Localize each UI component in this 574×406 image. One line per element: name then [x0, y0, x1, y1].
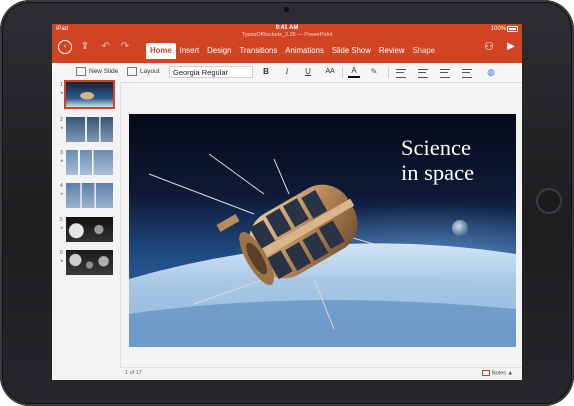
back-icon[interactable]: ‹ — [58, 40, 72, 54]
thumbnail-item[interactable]: 1 ★ — [52, 80, 120, 109]
front-camera — [284, 7, 289, 12]
document-title: TypesOfRockets_2.25 — PowerPoint — [241, 32, 333, 38]
bold-button[interactable]: B — [260, 66, 272, 78]
status-footer: 1 of 17 Notes ▲ — [120, 367, 522, 380]
thumbnail-marker: ★ — [60, 191, 64, 196]
tab-home[interactable]: Home — [146, 43, 176, 59]
home-button[interactable] — [536, 188, 562, 214]
thumbnail-item[interactable]: 4 ★ — [52, 183, 120, 209]
notes-label: Notes — [491, 370, 507, 377]
thumbnail-item[interactable]: 2 ★ — [52, 117, 120, 143]
notes-button[interactable]: Notes ▲ — [481, 370, 513, 377]
notes-icon — [481, 370, 490, 376]
layout-icon — [127, 66, 137, 76]
thumbnail-marker: ★ — [60, 225, 64, 230]
app-screen: iPad 9:41 AM 100% TypesOfRockets_2.25 — … — [52, 24, 522, 380]
play-slideshow-icon[interactable]: ▶ — [504, 40, 518, 54]
undo-icon[interactable]: ↶ — [99, 40, 113, 54]
ipad-device-frame: iPad 9:41 AM 100% TypesOfRockets_2.25 — … — [0, 0, 574, 406]
tab-shape[interactable]: Shape — [408, 43, 439, 58]
thumbnail-item[interactable]: 5 ★ — [52, 217, 120, 243]
thumbnail-image[interactable] — [64, 80, 115, 109]
highlight-icon[interactable]: ✎ — [368, 66, 380, 78]
paragraph-icon[interactable] — [462, 69, 472, 78]
status-time: 9:41 AM — [275, 25, 299, 31]
redo-icon[interactable]: ↷ — [118, 40, 132, 54]
tab-insert[interactable]: Insert — [176, 43, 204, 58]
thumbnail-marker: ★ — [60, 125, 64, 130]
thumbnail-number: 2 — [60, 117, 63, 123]
slide-title[interactable]: Science in space — [401, 135, 474, 185]
ribbon-divider — [342, 67, 343, 78]
new-slide-button[interactable]: New Slide — [76, 66, 118, 78]
tab-review[interactable]: Review — [375, 43, 409, 58]
thumbnail-image[interactable] — [66, 117, 113, 142]
thumbnail-item[interactable]: 6 ★ — [52, 250, 120, 276]
thumbnail-number: 1 — [60, 82, 63, 88]
bullets-icon[interactable] — [418, 69, 428, 78]
thumbnail-number: 3 — [60, 150, 63, 156]
layout-button[interactable]: Layout — [127, 66, 160, 78]
thumbnail-number: 6 — [60, 250, 63, 256]
thumbnail-marker: ★ — [60, 258, 64, 263]
add-person-icon[interactable]: ⚇ — [482, 40, 496, 54]
thumbnail-number: 5 — [60, 217, 63, 223]
ribbon-divider — [388, 67, 389, 78]
share-icon[interactable]: ⇪ — [78, 40, 92, 54]
tab-slide-show[interactable]: Slide Show — [328, 43, 375, 58]
slide-thumbnail-pane: 1 ★ 2 ★ 3 ★ 4 ★ 5 ★ 6 ★ — [52, 80, 121, 380]
ribbon-tabs: Home Insert Design Transitions Animation… — [146, 43, 439, 59]
layout-label: Layout — [140, 68, 160, 75]
numbering-icon[interactable] — [440, 69, 450, 78]
underline-button[interactable]: U — [302, 66, 314, 78]
thumbnail-marker: ★ — [60, 90, 64, 95]
tab-animations[interactable]: Animations — [281, 43, 328, 58]
title-bar: iPad 9:41 AM 100% TypesOfRockets_2.25 — … — [52, 24, 522, 63]
italic-button[interactable]: I — [281, 66, 293, 78]
font-size-button[interactable]: AA — [322, 66, 338, 78]
thumbnail-number: 4 — [60, 183, 63, 189]
home-ribbon: New Slide Layout Georgia Regular B I U A… — [52, 63, 522, 83]
thumbnail-image[interactable] — [66, 150, 113, 175]
shape-styles-icon[interactable]: ◍ — [485, 66, 497, 78]
new-slide-label: New Slide — [89, 68, 119, 75]
thumbnail-item[interactable]: 3 ★ — [52, 150, 120, 176]
tab-transitions[interactable]: Transitions — [235, 43, 281, 58]
font-color-button[interactable]: A — [348, 66, 360, 78]
slide-count: 1 of 17 — [125, 370, 142, 376]
tab-design[interactable]: Design — [203, 43, 235, 58]
thumbnail-image[interactable] — [66, 250, 113, 275]
thumbnail-image[interactable] — [66, 183, 113, 208]
new-slide-icon — [76, 66, 86, 76]
thumbnail-image[interactable] — [66, 217, 113, 242]
thumbnail-marker: ★ — [60, 158, 64, 163]
align-left-icon[interactable] — [396, 69, 406, 78]
main-slide[interactable]: Science in space — [129, 114, 516, 347]
font-name-field[interactable]: Georgia Regular — [169, 66, 253, 78]
